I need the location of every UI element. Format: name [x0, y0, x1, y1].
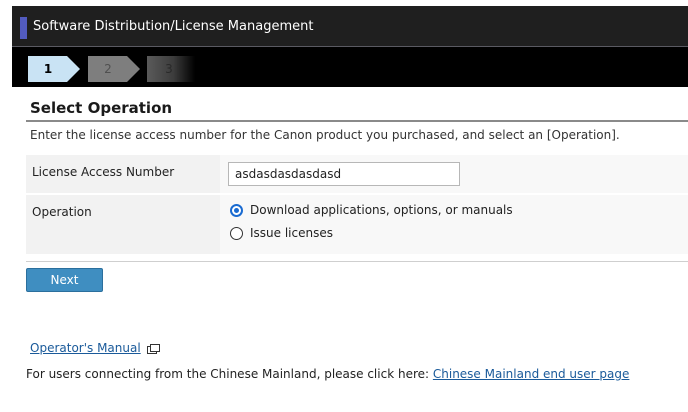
- step-2-label: 2: [104, 62, 112, 76]
- section-title: Select Operation: [30, 99, 173, 117]
- license-label: License Access Number: [32, 165, 175, 179]
- radio-download[interactable]: [230, 203, 243, 217]
- page-margin: [0, 0, 10, 412]
- step-1: 1: [28, 56, 80, 82]
- step-3: 3: [147, 56, 195, 82]
- form-divider: [26, 261, 688, 262]
- step-3-label: 3: [165, 62, 173, 76]
- option-issue-licenses[interactable]: Issue licenses: [230, 226, 333, 240]
- step-2: 2: [88, 56, 140, 82]
- operation-value-cell: Download applications, options, or manua…: [220, 195, 688, 254]
- license-access-number-input[interactable]: [228, 162, 460, 186]
- title-bar: Software Distribution/License Management: [12, 6, 688, 47]
- next-button[interactable]: Next: [26, 268, 103, 292]
- option-download-label[interactable]: Download applications, options, or manua…: [250, 203, 513, 217]
- title-accent-bar: [20, 17, 27, 39]
- operation-form: License Access Number Operation Download…: [26, 155, 688, 255]
- operation-label: Operation: [32, 205, 92, 219]
- chinese-mainland-link[interactable]: Chinese Mainland end user page: [433, 367, 630, 381]
- operators-manual-label[interactable]: Operator's Manual: [30, 341, 141, 355]
- option-download[interactable]: Download applications, options, or manua…: [230, 203, 513, 217]
- step-indicator: 1 2 3: [12, 47, 688, 87]
- step-1-label: 1: [43, 62, 53, 76]
- operators-manual-link[interactable]: Operator's Manual: [30, 341, 160, 355]
- page-title: Software Distribution/License Management: [33, 19, 314, 34]
- license-value-cell: [220, 155, 688, 193]
- operation-row: Operation Download applications, options…: [26, 195, 688, 254]
- chinese-mainland-notice: For users connecting from the Chinese Ma…: [26, 367, 629, 381]
- option-issue-licenses-label[interactable]: Issue licenses: [250, 226, 333, 240]
- chinese-mainland-text: For users connecting from the Chinese Ma…: [26, 367, 433, 381]
- section-divider: [26, 120, 688, 122]
- radio-issue-licenses[interactable]: [230, 226, 243, 240]
- instruction-text: Enter the license access number for the …: [30, 128, 620, 142]
- license-row: License Access Number: [26, 155, 688, 193]
- new-window-icon: [146, 343, 160, 354]
